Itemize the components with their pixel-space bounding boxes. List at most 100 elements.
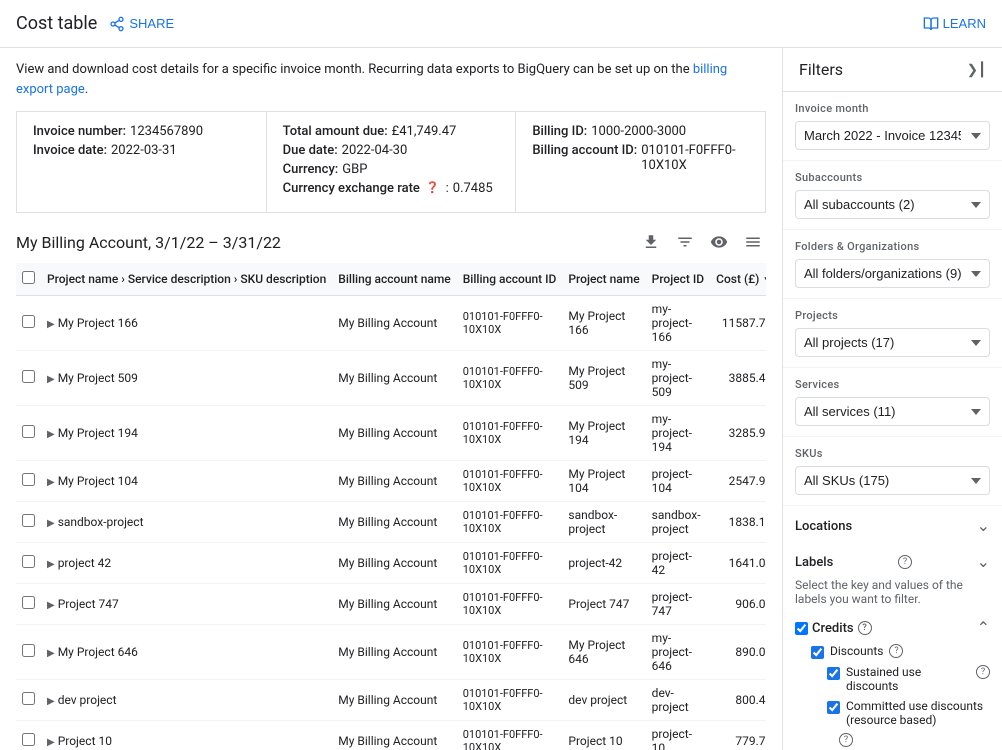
billing-export-link[interactable]: billing export page [16,62,727,97]
row-project-id: project-747 [646,584,710,625]
billing-account-id-value: 010101-F0FFF0-10X10X [641,143,749,173]
filter-icon-button[interactable] [672,229,698,255]
row-checkbox-cell [16,584,41,625]
row-billing-account: My Billing Account [332,584,456,625]
discounts-checkbox[interactable] [811,646,824,659]
table-scroll-container: Project name › Service description › SKU… [16,263,766,750]
invoice-number-value: 1234567890 [130,124,203,139]
share-button[interactable]: SHARE [109,16,174,32]
credits-help-icon[interactable]: ? [858,621,872,635]
row-checkbox-cell [16,461,41,502]
subaccounts-label: Subaccounts [795,171,990,184]
committed-use-checkbox[interactable] [827,701,840,714]
credits-section: Credits ? ⌃ Discounts ? Sustained use di… [783,614,1002,750]
row-billing-account: My Billing Account [332,296,456,351]
row-expand-button[interactable]: ▶ [47,518,55,529]
row-expand-button[interactable]: ▶ [47,737,55,748]
select-all-checkbox[interactable] [22,271,35,284]
skus-select[interactable]: All SKUs (175) [795,466,990,495]
row-checkbox-cell [16,351,41,406]
labels-help-icon[interactable]: ? [898,555,912,569]
labels-toggle-button[interactable]: ⌄ [977,552,990,572]
row-project-name: ▶ Project 747 [41,584,332,625]
exchange-rate-value: 0.7485 [453,181,493,196]
row-project-id: project-10 [646,721,710,750]
visibility-button[interactable] [706,229,732,255]
credits-checkbox[interactable] [795,622,808,635]
header-checkbox-col [16,263,41,296]
sustained-help-icon[interactable]: ? [976,665,990,679]
row-expand-button[interactable]: ▶ [47,319,55,330]
services-select[interactable]: All services (11) [795,397,990,426]
discounts-help-icon[interactable]: ? [889,644,903,658]
help-icon-small[interactable]: ❓ [426,181,440,196]
row-checkbox[interactable] [22,514,35,527]
header-billing-account-name[interactable]: Billing account name [332,263,456,296]
row-checkbox[interactable] [22,555,35,568]
row-checkbox[interactable] [22,692,35,705]
folders-select[interactable]: All folders/organizations (9) [795,259,990,288]
invoice-date-label: Invoice date: [33,143,107,158]
content-area: View and download cost details for a spe… [0,48,782,750]
row-project-name-col: project-42 [562,543,645,584]
row-project-name-col: Project 10 [562,721,645,750]
row-checkbox[interactable] [22,644,35,657]
table-row: ▶ My Project 509 My Billing Account 0101… [16,351,766,406]
row-billing-id: 010101-F0FFF0-10X10X [457,461,563,502]
group-button[interactable] [740,229,766,255]
row-checkbox-cell [16,680,41,721]
projects-label: Projects [795,309,990,322]
due-date-value: 2022-04-30 [342,143,408,158]
row-checkbox[interactable] [22,425,35,438]
billing-id-row: Billing ID: 1000-2000-3000 [532,124,749,139]
share-icon [109,16,125,32]
row-expand-button[interactable]: ▶ [47,374,55,385]
sustained-use-item: Sustained use discounts ? [795,665,990,693]
filter-services: Services All services (11) [783,368,1002,437]
cost-table: Project name › Service description › SKU… [16,263,766,750]
row-billing-account: My Billing Account [332,721,456,750]
row-project-name: ▶ project 42 [41,543,332,584]
row-checkbox[interactable] [22,315,35,328]
folders-label: Folders & Organizations [795,240,990,253]
collapse-filters-button[interactable]: ❯┃ [967,62,986,78]
learn-button[interactable]: LEARN [923,16,986,32]
row-expand-button[interactable]: ▶ [47,429,55,440]
filter-projects: Projects All projects (17) [783,299,1002,368]
discounts-label: Discounts [830,644,883,658]
row-project-id: my-project-166 [646,296,710,351]
header-billing-account-id[interactable]: Billing account ID [457,263,563,296]
invoice-section-2: Total amount due: £41,749.47 Due date: 2… [267,112,517,212]
total-amount-value: £41,749.47 [392,124,457,139]
discounts-item: Discounts ? [795,644,990,659]
billing-account-id-row: Billing account ID: 010101-F0FFF0-10X10X [532,143,749,173]
row-checkbox[interactable] [22,733,35,746]
committed-help-icon[interactable]: ? [839,733,853,747]
header-project-name[interactable]: Project name › Service description › SKU… [41,263,332,296]
row-checkbox[interactable] [22,473,35,486]
row-expand-button[interactable]: ▶ [47,648,55,659]
projects-select[interactable]: All projects (17) [795,328,990,357]
locations-toggle-button[interactable]: ⌄ [977,516,990,536]
row-project-name: ▶ My Project 166 [41,296,332,351]
invoice-month-select[interactable]: March 2022 - Invoice 1234567890 [795,121,990,150]
row-checkbox-cell [16,721,41,750]
row-expand-button[interactable]: ▶ [47,696,55,707]
filter-icon [676,233,694,251]
row-billing-id: 010101-F0FFF0-10X10X [457,584,563,625]
subaccounts-select[interactable]: All subaccounts (2) [795,190,990,219]
download-button[interactable] [638,229,664,255]
row-checkbox[interactable] [22,596,35,609]
header-project-id[interactable]: Project ID [646,263,710,296]
row-checkbox[interactable] [22,370,35,383]
row-expand-button[interactable]: ▶ [47,600,55,611]
row-expand-button[interactable]: ▶ [47,477,55,488]
row-expand-button[interactable]: ▶ [47,559,55,570]
description-text: View and download cost details for a spe… [16,60,766,99]
header-project-name-col[interactable]: Project name [562,263,645,296]
filter-subaccounts: Subaccounts All subaccounts (2) [783,161,1002,230]
header-cost[interactable]: Cost (£) ▼ [710,263,766,296]
credits-toggle-button[interactable]: ⌃ [977,618,990,638]
row-project-name-col: My Project 194 [562,406,645,461]
sustained-use-checkbox[interactable] [827,667,840,680]
